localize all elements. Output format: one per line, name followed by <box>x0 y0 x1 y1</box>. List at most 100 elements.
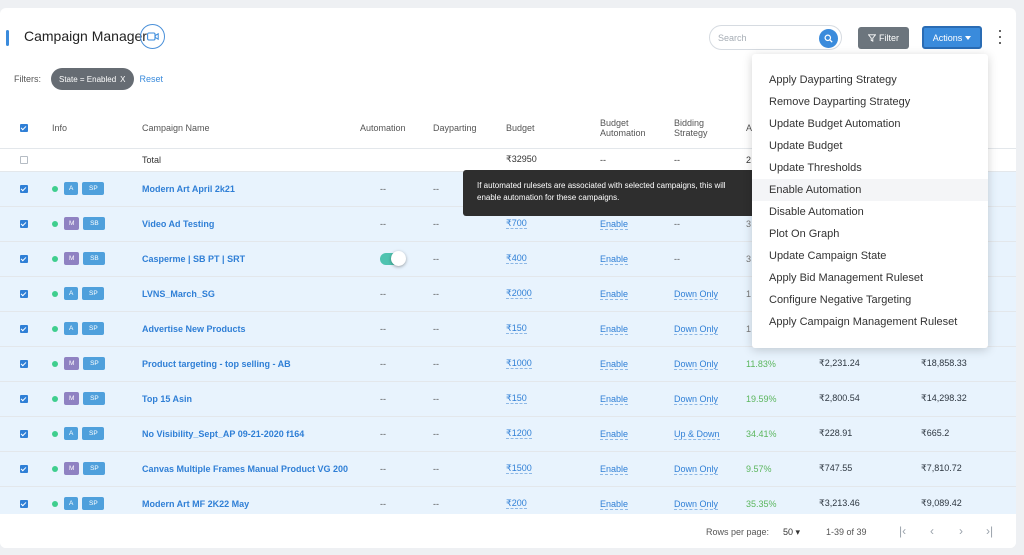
sales-value: ₹9,089.42 <box>921 498 962 508</box>
bidding-strategy-value[interactable]: Down Only <box>674 463 719 475</box>
automation-value: -- <box>380 218 386 229</box>
row-checkbox[interactable] <box>20 325 28 334</box>
campaign-name-link[interactable]: Video Ad Testing <box>142 218 360 230</box>
ad-program-badge: SP <box>83 357 106 370</box>
actions-button[interactable]: Actions <box>922 26 982 49</box>
budget-link[interactable]: ₹1200 <box>506 428 532 439</box>
menu-item-remove-dayparting-strategy[interactable]: Remove Dayparting Strategy <box>752 91 988 113</box>
prev-page-icon[interactable]: ‹ <box>930 524 934 538</box>
bidding-strategy-value[interactable]: Down Only <box>674 498 719 510</box>
search-button[interactable] <box>819 29 838 48</box>
bidding-strategy-value[interactable]: Down Only <box>674 393 719 405</box>
bidding-strategy-value[interactable]: Down Only <box>674 358 719 370</box>
total-bidding-strategy: -- <box>674 148 746 172</box>
menu-item-apply-campaign-management-ruleset[interactable]: Apply Campaign Management Ruleset <box>752 311 988 333</box>
col-campaign-name[interactable]: Campaign Name <box>142 108 360 149</box>
budget-automation-link[interactable]: Enable <box>600 498 629 510</box>
row-checkbox[interactable] <box>20 500 28 509</box>
last-page-icon[interactable]: ›| <box>986 524 993 538</box>
budget-automation-link[interactable]: Enable <box>600 463 629 475</box>
bidding-strategy-value[interactable]: Down Only <box>674 323 719 335</box>
budget-link[interactable]: ₹150 <box>506 323 527 334</box>
campaign-name-link[interactable]: LVNS_March_SG <box>142 288 360 300</box>
row-checkbox[interactable] <box>20 395 28 404</box>
bidding-strategy-value[interactable]: Down Only <box>674 288 719 300</box>
campaign-name-link[interactable]: Advertise New Products <box>142 323 360 335</box>
sales-value: ₹665.2 <box>921 428 950 438</box>
campaign-name-link[interactable]: Casperme | SB PT | SRT <box>142 253 360 265</box>
acos-value: 34.41% <box>746 428 777 439</box>
budget-link[interactable]: ₹200 <box>506 498 527 509</box>
campaign-name-link[interactable]: Top 15 Asin <box>142 393 360 405</box>
menu-item-enable-automation[interactable]: Enable Automation <box>752 179 988 201</box>
budget-automation-link[interactable]: Enable <box>600 358 629 370</box>
budget-automation-link[interactable]: Enable <box>600 393 629 405</box>
video-tutorial-button[interactable] <box>140 24 165 49</box>
menu-item-update-campaign-state[interactable]: Update Campaign State <box>752 245 988 267</box>
filter-chip-remove[interactable]: X <box>120 75 125 84</box>
ad-program-badge: SP <box>83 462 106 475</box>
first-page-icon[interactable]: |‹ <box>899 524 906 538</box>
row-checkbox[interactable] <box>20 360 28 369</box>
rows-per-page-select[interactable]: 50 ▾ <box>783 527 800 538</box>
more-vertical-icon[interactable] <box>996 30 1004 44</box>
budget-automation-link[interactable]: Enable <box>600 253 629 265</box>
acos-value: 19.59% <box>746 393 777 404</box>
menu-item-update-budget-automation[interactable]: Update Budget Automation <box>752 113 988 135</box>
page-title: Campaign Manager <box>24 28 147 44</box>
menu-item-apply-bid-management-ruleset[interactable]: Apply Bid Management Ruleset <box>752 267 988 289</box>
budget-link[interactable]: ₹1500 <box>506 463 532 474</box>
status-enabled-dot <box>52 255 58 262</box>
ad-program-badge: SP <box>82 322 105 335</box>
budget-link[interactable]: ₹400 <box>506 253 527 264</box>
budget-automation-link[interactable]: Enable <box>600 428 629 440</box>
select-all-checkbox[interactable] <box>20 124 28 133</box>
search-input[interactable] <box>718 30 813 45</box>
campaign-name-link[interactable]: No Visibility_Sept_AP 09-21-2020 f164 <box>142 428 360 440</box>
row-checkbox[interactable] <box>20 255 28 264</box>
budget-automation-link[interactable]: Enable <box>600 323 629 335</box>
menu-item-configure-negative-targeting[interactable]: Configure Negative Targeting <box>752 289 988 311</box>
budget-automation-link[interactable]: Enable <box>600 218 629 230</box>
total-row-checkbox[interactable] <box>20 156 28 165</box>
col-automation[interactable]: Automation <box>360 108 433 149</box>
dayparting-value: -- <box>433 358 439 369</box>
reset-filters-link[interactable]: Reset <box>140 74 164 84</box>
col-bidding-strategy[interactable]: Bidding Strategy <box>674 108 746 149</box>
next-page-icon[interactable]: › <box>959 524 963 538</box>
ad-program-badge: SP <box>82 427 105 440</box>
budget-link[interactable]: ₹150 <box>506 393 527 404</box>
budget-automation-link[interactable]: Enable <box>600 288 629 300</box>
col-dayparting[interactable]: Dayparting <box>433 108 506 149</box>
menu-item-plot-on-graph[interactable]: Plot On Graph <box>752 223 988 245</box>
caret-down-icon <box>965 35 972 40</box>
menu-item-update-thresholds[interactable]: Update Thresholds <box>752 157 988 179</box>
status-enabled-dot <box>52 360 58 367</box>
bidding-strategy-value[interactable]: Up & Down <box>674 428 720 440</box>
automation-toggle[interactable] <box>380 250 406 266</box>
campaign-name-link[interactable]: Canvas Multiple Frames Manual Product VG… <box>142 463 360 475</box>
col-budget[interactable]: Budget <box>506 108 600 149</box>
menu-item-apply-dayparting-strategy[interactable]: Apply Dayparting Strategy <box>752 69 988 91</box>
row-checkbox[interactable] <box>20 465 28 474</box>
search-box <box>709 25 842 50</box>
dayparting-value: -- <box>433 288 439 299</box>
filter-chip-state[interactable]: State = Enabled X <box>51 68 134 90</box>
menu-item-disable-automation[interactable]: Disable Automation <box>752 201 988 223</box>
dayparting-value: -- <box>433 463 439 474</box>
filter-button[interactable]: Filter <box>858 27 909 49</box>
campaign-name-link[interactable]: Modern Art MF 2K22 May <box>142 498 360 510</box>
campaign-name-link[interactable]: Product targeting - top selling - AB <box>142 358 360 370</box>
row-checkbox[interactable] <box>20 430 28 439</box>
automation-value: -- <box>380 288 386 299</box>
row-checkbox[interactable] <box>20 185 28 194</box>
budget-link[interactable]: ₹2000 <box>506 288 532 299</box>
row-checkbox[interactable] <box>20 290 28 299</box>
budget-link[interactable]: ₹700 <box>506 218 527 229</box>
row-checkbox[interactable] <box>20 220 28 229</box>
budget-link[interactable]: ₹1000 <box>506 358 532 369</box>
campaign-name-link[interactable]: Modern Art April 2k21 <box>142 183 360 195</box>
acos-value: 3 <box>746 253 752 264</box>
menu-item-update-budget[interactable]: Update Budget <box>752 135 988 157</box>
col-budget-automation[interactable]: Budget Automation <box>600 108 674 149</box>
